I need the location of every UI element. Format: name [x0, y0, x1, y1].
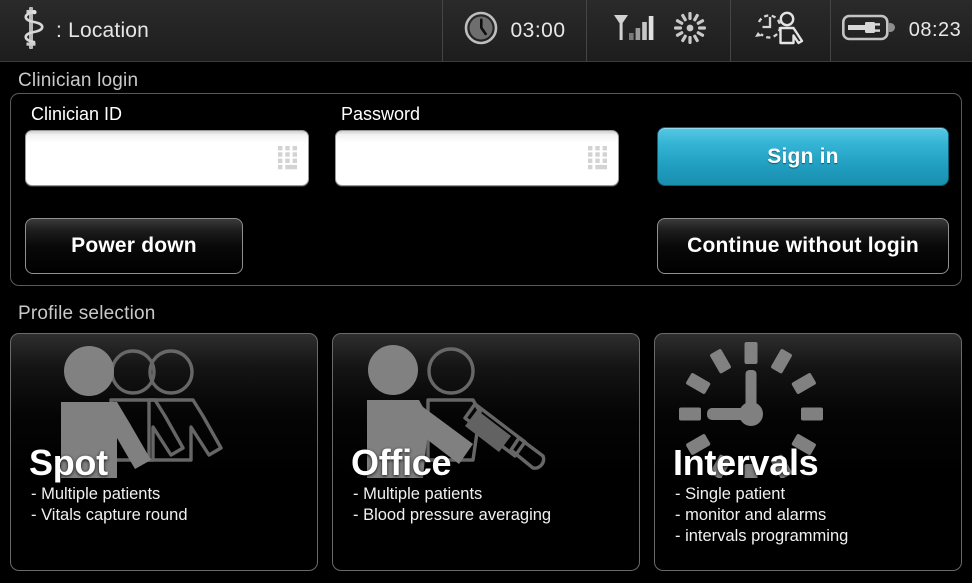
- wifi-signal-icon: [610, 11, 658, 50]
- clock-icon: [463, 10, 499, 51]
- password-input[interactable]: [335, 130, 619, 186]
- profile-desc-line: - monitor and alarms: [675, 506, 827, 524]
- profile-desc-line: - Single patient: [675, 485, 786, 503]
- keypad-icon[interactable]: [278, 146, 298, 170]
- profile-desc-intervals: - Single patient - monitor and alarms - …: [675, 484, 848, 547]
- profile-desc-spot: - Multiple patients - Vitals capture rou…: [31, 484, 188, 526]
- profile-card-intervals[interactable]: Intervals - Single patient - monitor and…: [654, 333, 962, 571]
- profile-title-spot: Spot: [29, 442, 108, 483]
- location-text: : Location: [56, 18, 150, 42]
- status-clock-cell[interactable]: 03:00: [443, 0, 587, 61]
- profile-card-spot[interactable]: Spot - Multiple patients - Vitals captur…: [10, 333, 318, 571]
- clinician-login-label: Clinician login: [18, 70, 139, 91]
- password-label: Password: [341, 104, 421, 124]
- status-radio-cell[interactable]: [587, 0, 731, 61]
- battery-value: 08:23: [908, 19, 962, 41]
- profile-card-office[interactable]: Office - Multiple patients - Blood press…: [332, 333, 640, 571]
- clinician-id-label: Clinician ID: [31, 104, 123, 124]
- profile-desc-line: - Multiple patients: [353, 485, 483, 503]
- clinician-id-input[interactable]: [25, 130, 309, 186]
- profile-desc-line: - intervals programming: [675, 527, 849, 545]
- device-screen: : Location 03:00 08:23 Clinician login C…: [0, 0, 972, 583]
- continue-without-login-button[interactable]: Continue without login: [657, 218, 949, 274]
- battery-charging-icon: [841, 13, 896, 48]
- profile-desc-office: - Multiple patients - Blood pressure ave…: [353, 484, 551, 526]
- profile-desc-line: - Multiple patients: [31, 485, 161, 503]
- status-recall-cell[interactable]: [731, 0, 831, 61]
- sign-in-button[interactable]: Sign in: [657, 127, 949, 186]
- power-down-button[interactable]: Power down: [25, 218, 243, 274]
- profile-title-office: Office: [351, 442, 452, 483]
- profile-title-intervals: Intervals: [673, 442, 819, 483]
- keypad-icon[interactable]: [588, 146, 608, 170]
- status-battery-cell[interactable]: 08:23: [831, 0, 972, 61]
- profile-card-list: Spot - Multiple patients - Vitals captur…: [10, 333, 962, 571]
- profile-selection-label: Profile selection: [18, 303, 156, 324]
- status-bar: : Location 03:00 08:23: [0, 0, 972, 62]
- profile-desc-line: - Blood pressure averaging: [353, 506, 552, 524]
- rod-of-asclepius-icon: [16, 5, 46, 56]
- spinner-icon: [672, 10, 708, 51]
- status-location-cell[interactable]: : Location: [0, 0, 443, 61]
- clinician-login-panel: Clinician ID Password Sign in Power down…: [10, 93, 962, 286]
- patient-recall-clock-icon: [751, 8, 811, 53]
- profile-desc-line: - Vitals capture round: [31, 506, 188, 524]
- clock-value: 03:00: [510, 18, 566, 42]
